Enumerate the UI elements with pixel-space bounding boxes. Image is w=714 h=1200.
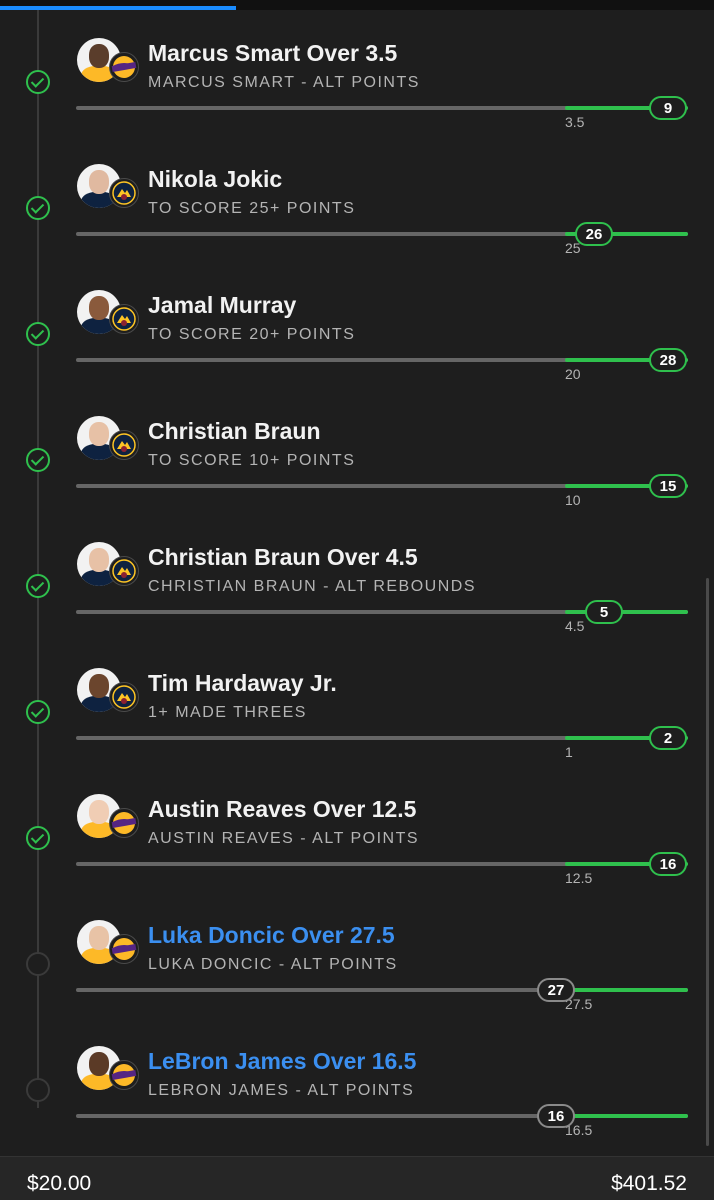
- player-avatar-group: [77, 1046, 141, 1096]
- player-head-shape: [89, 1052, 109, 1076]
- leg-market: TO SCORE 10+ POINTS: [148, 452, 356, 469]
- scroll-progress-bar: [0, 6, 236, 10]
- player-head-shape: [89, 44, 109, 68]
- leg-market: 1+ MADE THREES: [148, 704, 307, 721]
- leg-won-check-icon: [26, 574, 50, 598]
- checkmark-icon: [30, 452, 45, 466]
- target-line-label: 3.5: [565, 114, 585, 130]
- bet-footer: $20.00 $401.52: [0, 1156, 714, 1200]
- player-avatar-group: [77, 794, 141, 844]
- target-line-label: 4.5: [565, 618, 585, 634]
- leg-market: TO SCORE 20+ POINTS: [148, 326, 356, 343]
- current-stat-value: 16: [649, 852, 687, 876]
- wager-amount: $20.00: [27, 1172, 92, 1195]
- target-line-label: 12.5: [565, 870, 593, 886]
- parlay-leg[interactable]: Nikola Jokic TO SCORE 25+ POINTS 25 26: [0, 160, 714, 286]
- parlay-leg[interactable]: Christian Braun Over 4.5 CHRISTIAN BRAUN …: [0, 538, 714, 664]
- player-head-shape: [89, 170, 109, 194]
- leg-title[interactable]: Marcus Smart Over 3.5: [148, 40, 397, 67]
- leg-market: AUSTIN REAVES - ALT POINTS: [148, 830, 420, 847]
- player-head-shape: [89, 296, 109, 320]
- leg-title[interactable]: Christian Braun: [148, 418, 321, 445]
- current-stat-value: 16: [537, 1104, 575, 1128]
- parlay-leg[interactable]: Christian Braun TO SCORE 10+ POINTS 10 15: [0, 412, 714, 538]
- leg-title[interactable]: Jamal Murray: [148, 292, 296, 319]
- current-stat-value: 9: [649, 96, 687, 120]
- nuggets-logo-icon: [109, 430, 139, 460]
- current-stat-value: 2: [649, 726, 687, 750]
- player-avatar-group: [77, 164, 141, 214]
- leg-title[interactable]: Luka Doncic Over 27.5: [148, 922, 395, 949]
- lakers-logo-icon: [109, 1060, 139, 1090]
- current-stat-value: 26: [575, 222, 613, 246]
- leg-won-check-icon: [26, 448, 50, 472]
- target-line-label: 20: [565, 366, 581, 382]
- checkmark-icon: [30, 704, 45, 718]
- player-avatar-group: [77, 668, 141, 718]
- leg-won-check-icon: [26, 322, 50, 346]
- leg-won-check-icon: [26, 70, 50, 94]
- player-avatar-group: [77, 416, 141, 466]
- target-line-label: 1: [565, 744, 573, 760]
- leg-pending-dot-icon: [26, 952, 50, 976]
- parlay-leg[interactable]: Tim Hardaway Jr. 1+ MADE THREES 1 2: [0, 664, 714, 790]
- parlay-leg[interactable]: Luka Doncic Over 27.5 LUKA DONCIC - ALT P…: [0, 916, 714, 1042]
- checkmark-icon: [30, 578, 45, 592]
- lakers-logo-icon: [109, 808, 139, 838]
- leg-market: CHRISTIAN BRAUN - ALT REBOUNDS: [148, 578, 477, 595]
- nuggets-logo-icon: [109, 304, 139, 334]
- player-head-shape: [89, 422, 109, 446]
- player-head-shape: [89, 548, 109, 572]
- parlay-leg[interactable]: LeBron James Over 16.5 LEBRON JAMES - ALT…: [0, 1042, 714, 1168]
- parlay-leg[interactable]: Jamal Murray TO SCORE 20+ POINTS 20 28: [0, 286, 714, 412]
- leg-pending-dot-icon: [26, 1078, 50, 1102]
- player-avatar-group: [77, 542, 141, 592]
- lakers-logo-icon: [109, 934, 139, 964]
- top-bar: [0, 0, 714, 10]
- player-avatar-group: [77, 920, 141, 970]
- lakers-logo-icon: [109, 52, 139, 82]
- player-head-shape: [89, 926, 109, 950]
- leg-title[interactable]: Christian Braun Over 4.5: [148, 544, 418, 571]
- nuggets-logo-icon: [109, 556, 139, 586]
- leg-title[interactable]: Austin Reaves Over 12.5: [148, 796, 416, 823]
- leg-market: LUKA DONCIC - ALT POINTS: [148, 956, 398, 973]
- checkmark-icon: [30, 74, 45, 88]
- current-stat-value: 28: [649, 348, 687, 372]
- player-head-shape: [89, 674, 109, 698]
- leg-market: LEBRON JAMES - ALT POINTS: [148, 1082, 415, 1099]
- scrollbar[interactable]: [706, 578, 709, 1146]
- current-stat-value: 15: [649, 474, 687, 498]
- progress-fill-over-target: [565, 1114, 688, 1118]
- leg-won-check-icon: [26, 700, 50, 724]
- checkmark-icon: [30, 326, 45, 340]
- checkmark-icon: [30, 830, 45, 844]
- leg-title[interactable]: LeBron James Over 16.5: [148, 1048, 416, 1075]
- player-head-shape: [89, 800, 109, 824]
- player-avatar-group: [77, 290, 141, 340]
- leg-title[interactable]: Tim Hardaway Jr.: [148, 670, 337, 697]
- leg-market: TO SCORE 25+ POINTS: [148, 200, 356, 217]
- progress-fill-over-target: [565, 610, 688, 614]
- player-avatar-group: [77, 38, 141, 88]
- leg-market: MARCUS SMART - ALT POINTS: [148, 74, 420, 91]
- target-line-label: 10: [565, 492, 581, 508]
- leg-won-check-icon: [26, 196, 50, 220]
- checkmark-icon: [30, 200, 45, 214]
- leg-won-check-icon: [26, 826, 50, 850]
- payout-amount: $401.52: [611, 1172, 687, 1195]
- parlay-leg[interactable]: Marcus Smart Over 3.5 MARCUS SMART - ALT …: [0, 34, 714, 160]
- current-stat-value: 5: [585, 600, 623, 624]
- nuggets-logo-icon: [109, 178, 139, 208]
- progress-fill-over-target: [565, 988, 688, 992]
- nuggets-logo-icon: [109, 682, 139, 712]
- parlay-leg[interactable]: Austin Reaves Over 12.5 AUSTIN REAVES - A…: [0, 790, 714, 916]
- current-stat-value: 27: [537, 978, 575, 1002]
- leg-title[interactable]: Nikola Jokic: [148, 166, 282, 193]
